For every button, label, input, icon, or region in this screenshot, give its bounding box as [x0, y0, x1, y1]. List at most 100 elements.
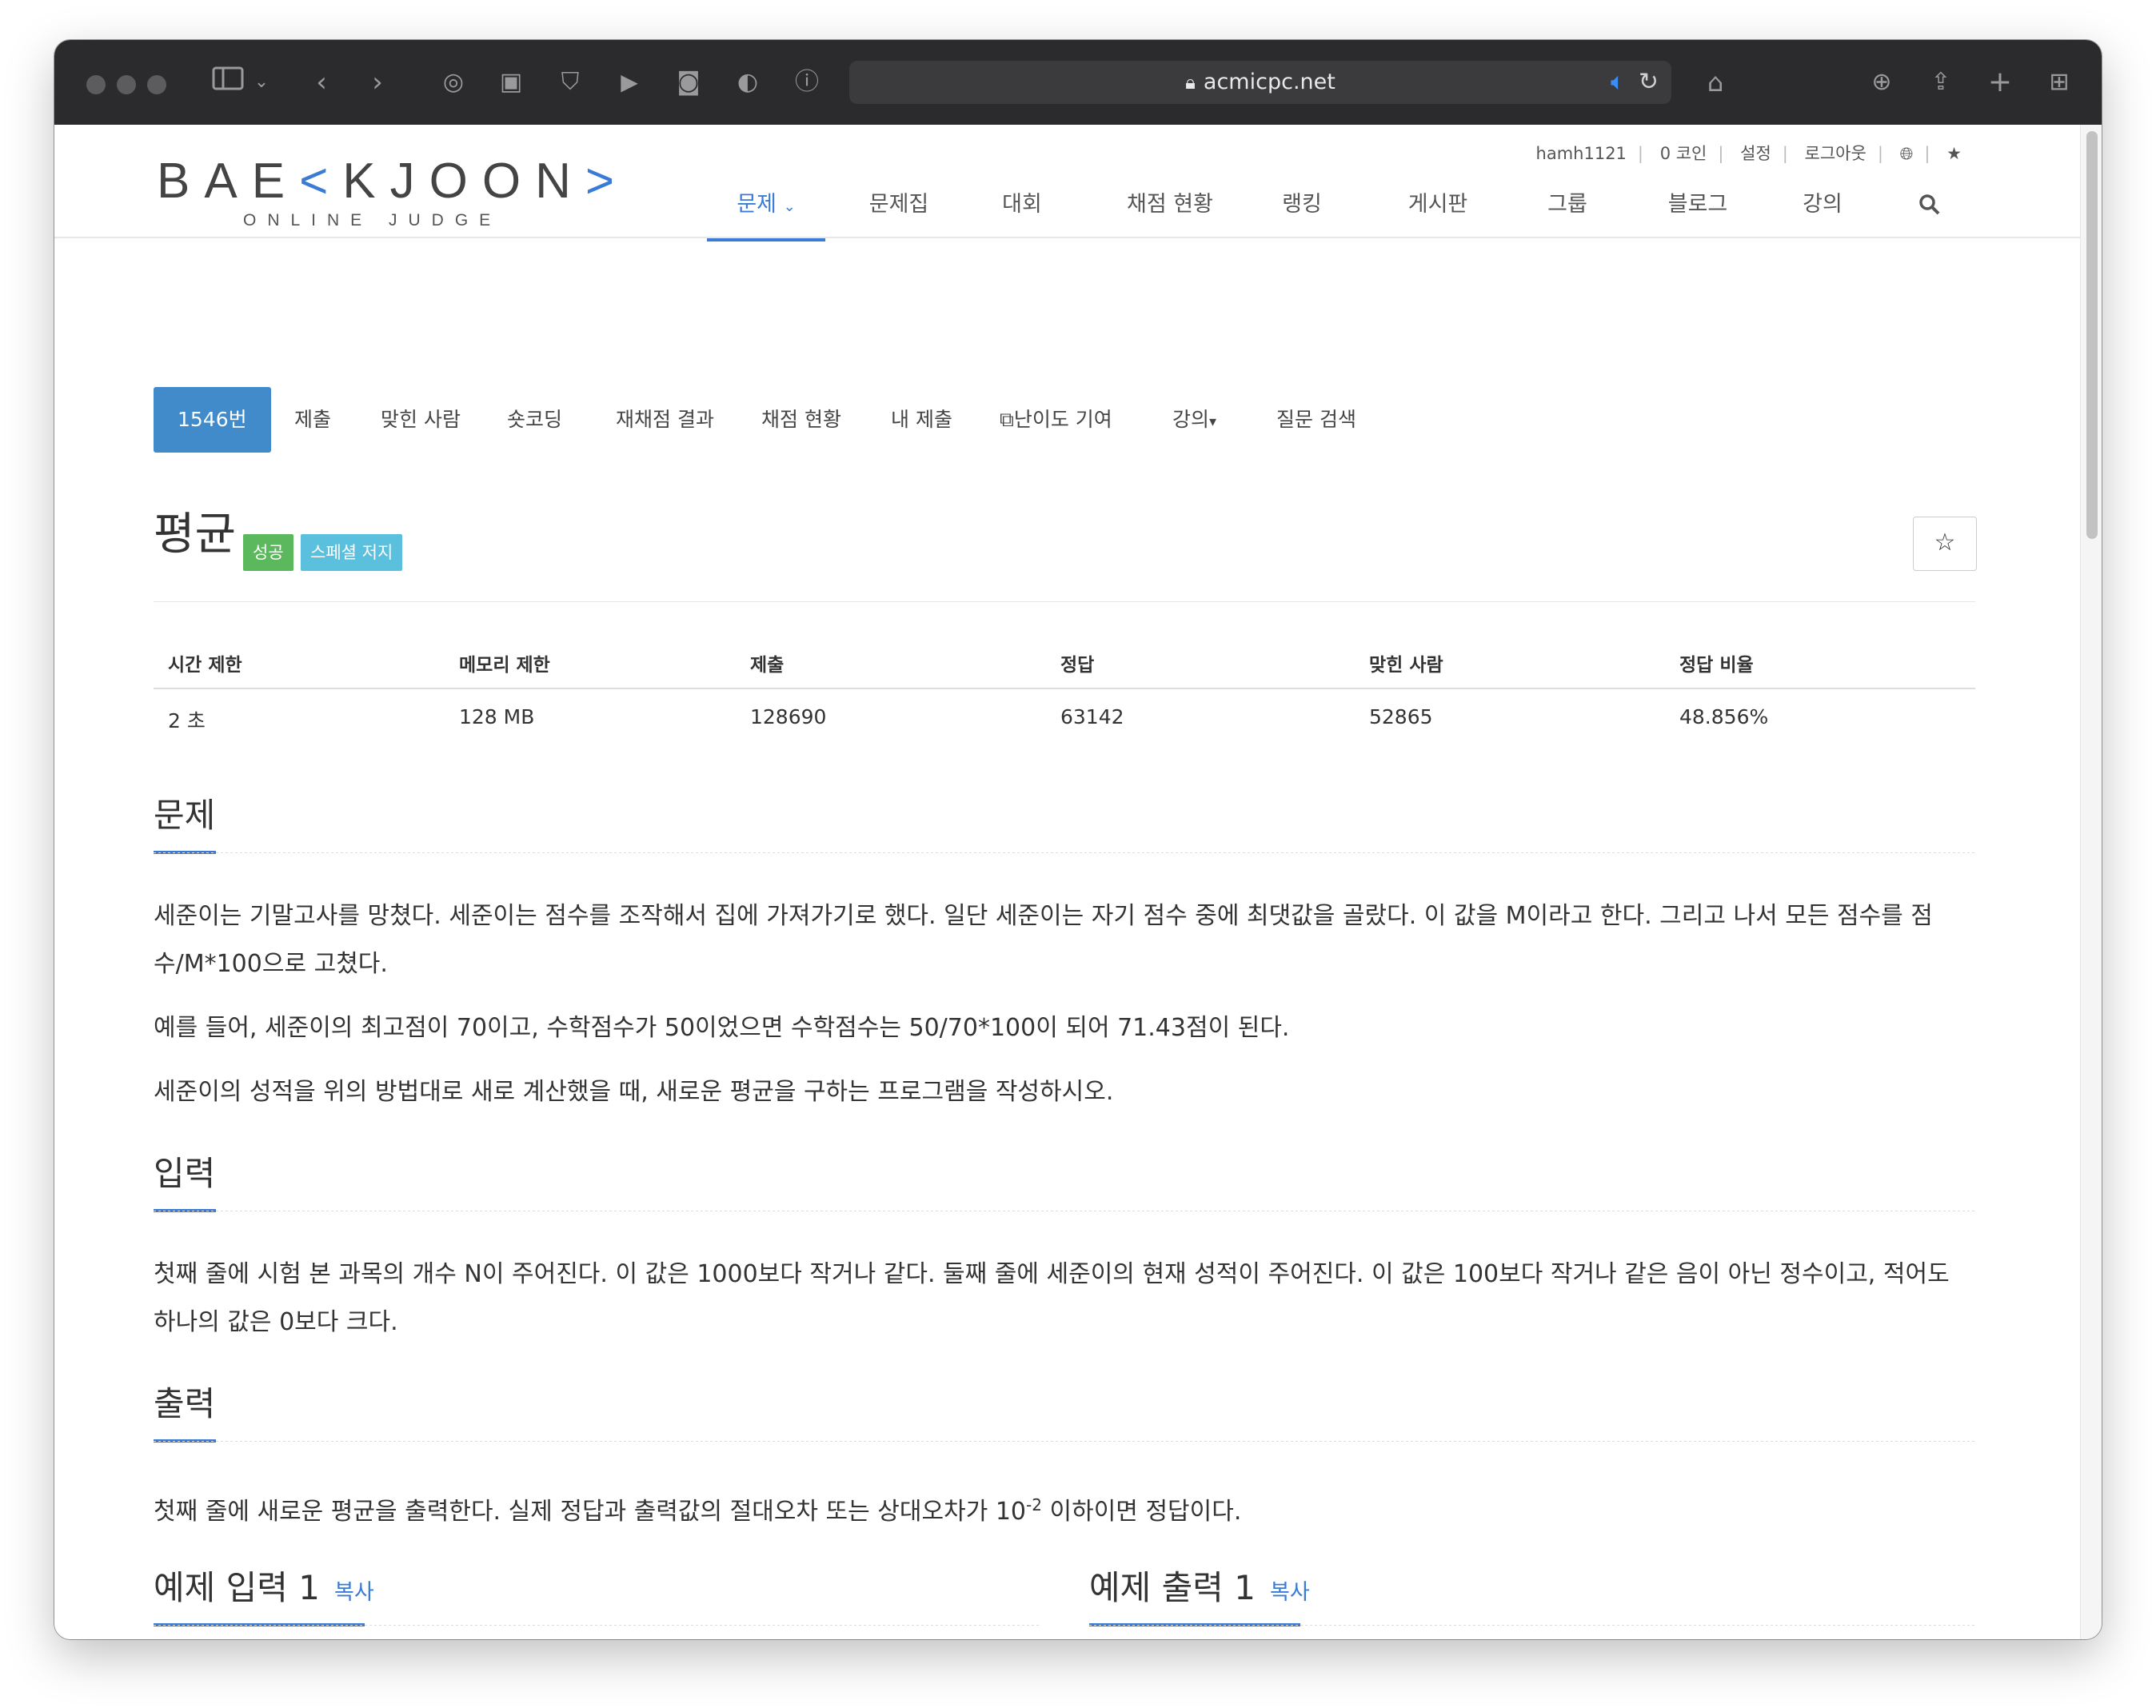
logo-subtitle: ONLINE JUDGE	[243, 211, 502, 229]
tab-status[interactable]: 채점 현황	[761, 387, 841, 453]
scrollbar[interactable]	[2080, 125, 2102, 1639]
description-paragraph-3: 세준이의 성적을 위의 방법대로 새로 계산했을 때, 새로운 평균을 구하는 …	[154, 1078, 1114, 1106]
problem-title: 평균	[154, 509, 237, 561]
nav-item-blog[interactable]: 블로그	[1654, 181, 1742, 238]
nav-divider	[54, 237, 2080, 238]
stat-header-submit: 제출	[750, 655, 785, 676]
tab-difficulty[interactable]: ⧉난이도 기여	[1000, 387, 1112, 453]
section-title-input: 입력	[154, 1154, 216, 1193]
example-output-label: 예제 출력 1	[1089, 1568, 1256, 1607]
stat-header-ratio: 정답 비율	[1679, 655, 1754, 676]
stat-header-accepted: 정답	[1060, 655, 1095, 676]
nav-item-status[interactable]: 채점 현황	[1110, 181, 1230, 238]
pip-icon[interactable]: ▣	[493, 64, 529, 101]
home-icon[interactable]: ⌂	[1697, 64, 1734, 101]
privacy-icon[interactable]: ◐	[729, 64, 766, 101]
external-link-icon: ⧉	[1000, 408, 1014, 431]
zoom-window-button[interactable]	[147, 75, 166, 94]
nav-label: 문제	[737, 192, 777, 217]
scrollbar-thumb[interactable]	[2086, 131, 2098, 539]
stat-memory: 128 MB	[459, 705, 535, 728]
tab-question-search[interactable]: 질문 검색	[1276, 387, 1356, 453]
new-tab-icon[interactable]: +	[1982, 64, 2018, 101]
stat-header-solved: 맞힌 사람	[1369, 655, 1443, 676]
chevron-down-icon: ⌄	[783, 198, 796, 215]
tab-solved-users[interactable]: 맞힌 사람	[381, 387, 461, 453]
stat-accepted: 63142	[1060, 705, 1124, 728]
close-window-button[interactable]	[86, 75, 106, 94]
copy-output-link[interactable]: 복사	[1270, 1580, 1310, 1605]
logo-mark-end: >	[585, 154, 629, 209]
stat-ratio: 48.856%	[1679, 705, 1769, 728]
label-success: 성공	[243, 534, 293, 571]
nav-item-workbook[interactable]: 문제집	[851, 181, 947, 238]
output-text-end: 이하이면 정답이다.	[1041, 1498, 1242, 1526]
stat-header-memory: 메모리 제한	[459, 655, 550, 676]
stat-time: 2 초	[168, 709, 206, 732]
section-title-description: 문제	[154, 796, 216, 835]
share-icon[interactable]: ⇪	[1922, 64, 1959, 101]
user-links: hamh1121 | 0 코인 | 설정 | 로그아웃 | 🌐︎ | ★	[1536, 141, 1962, 165]
back-icon[interactable]: ‹	[305, 64, 337, 101]
section-divider	[154, 1441, 1975, 1442]
shield-icon[interactable]: ⛉	[552, 64, 589, 101]
nav-item-group[interactable]: 그룹	[1535, 181, 1599, 238]
favorite-star-button[interactable]: ☆	[1913, 517, 1977, 571]
output-exponent: -2	[1026, 1495, 1042, 1514]
logo-text-right: JOON	[389, 154, 585, 209]
logout-link[interactable]: 로그아웃	[1805, 141, 1867, 165]
logo-text-mark: K	[342, 154, 390, 209]
input-paragraph: 첫째 줄에 시험 본 과목의 개수 N이 주어진다. 이 값은 1000보다 작…	[154, 1260, 1950, 1336]
nav-item-problems[interactable]: 문제 ⌄	[707, 181, 825, 241]
nav-item-board[interactable]: 게시판	[1390, 181, 1486, 238]
lock-icon: 🔒︎	[1185, 71, 1196, 94]
star-icon[interactable]: ★	[1946, 144, 1962, 163]
example-input-title: 예제 입력 1 복사	[154, 1564, 374, 1617]
reload-icon[interactable]: ↻	[1639, 67, 1659, 98]
sidebar-icon[interactable]	[208, 64, 248, 101]
logo-text-left: BAE	[157, 154, 300, 209]
coin-link[interactable]: 0 코인	[1660, 141, 1707, 165]
logo-mark: <	[299, 154, 343, 209]
tab-lecture[interactable]: 강의▾	[1172, 387, 1216, 453]
site-logo[interactable]: BAE<KJOON> ONLINE JUDGE	[157, 154, 629, 232]
copy-input-link[interactable]: 복사	[334, 1580, 374, 1605]
tab-submit[interactable]: 제출	[294, 387, 331, 453]
label-special-judge: 스페셜 저지	[301, 534, 403, 571]
section-divider	[154, 1625, 1040, 1626]
stat-solved: 52865	[1369, 705, 1433, 728]
url-text: acmicpc.net	[1203, 70, 1336, 94]
settings-link[interactable]: 설정	[1740, 141, 1771, 165]
tab-overview-icon[interactable]: ⊞	[2041, 64, 2078, 101]
extension-icon[interactable]: ◙	[670, 64, 707, 101]
search-icon[interactable]	[1910, 181, 1950, 238]
tab-lecture-label: 강의	[1172, 408, 1210, 431]
username-link[interactable]: hamh1121	[1536, 144, 1627, 163]
download-icon[interactable]: ⊕	[1863, 64, 1900, 101]
speaker-icon[interactable]: 🔈︎	[1611, 67, 1625, 98]
minimize-window-button[interactable]	[117, 75, 136, 94]
description-paragraph-2: 예를 들어, 세준이의 최고점이 70이고, 수학점수가 50이었으면 수학점수…	[154, 1014, 1290, 1042]
media-icon[interactable]: ▶	[611, 64, 648, 101]
nav-item-contest[interactable]: 대회	[990, 181, 1054, 238]
address-bar[interactable]: 🔒︎ acmicpc.net 🔈︎ ↻	[849, 61, 1671, 104]
incognito-icon[interactable]: ◎	[435, 64, 472, 101]
nav-item-ranking[interactable]: 랭킹	[1270, 181, 1334, 238]
tab-rejudge[interactable]: 재채점 결과	[616, 387, 714, 453]
output-paragraph: 첫째 줄에 새로운 평균을 출력한다. 실제 정답과 출력값의 절대오차 또는 …	[154, 1481, 1975, 1536]
stats-header-divider	[154, 688, 1975, 689]
tab-difficulty-label: 난이도 기여	[1013, 408, 1112, 431]
chevron-down-icon[interactable]: ⌄	[250, 64, 273, 101]
nav-item-lecture[interactable]: 강의	[1795, 181, 1851, 238]
info-icon[interactable]: ⓘ	[789, 64, 825, 101]
forward-icon[interactable]: ›	[361, 64, 393, 101]
caret-down-icon: ▾	[1209, 413, 1217, 430]
tab-short-coding[interactable]: 숏코딩	[507, 387, 562, 453]
tab-my-submissions[interactable]: 내 제출	[891, 387, 952, 453]
stat-submit: 128690	[750, 705, 827, 728]
example-input-label: 예제 입력 1	[154, 1568, 320, 1607]
globe-icon[interactable]: 🌐︎	[1900, 144, 1914, 164]
example-output-title: 예제 출력 1 복사	[1089, 1564, 1310, 1617]
tab-problem-number[interactable]: 1546번	[154, 387, 271, 453]
section-title-output: 출력	[154, 1384, 216, 1423]
